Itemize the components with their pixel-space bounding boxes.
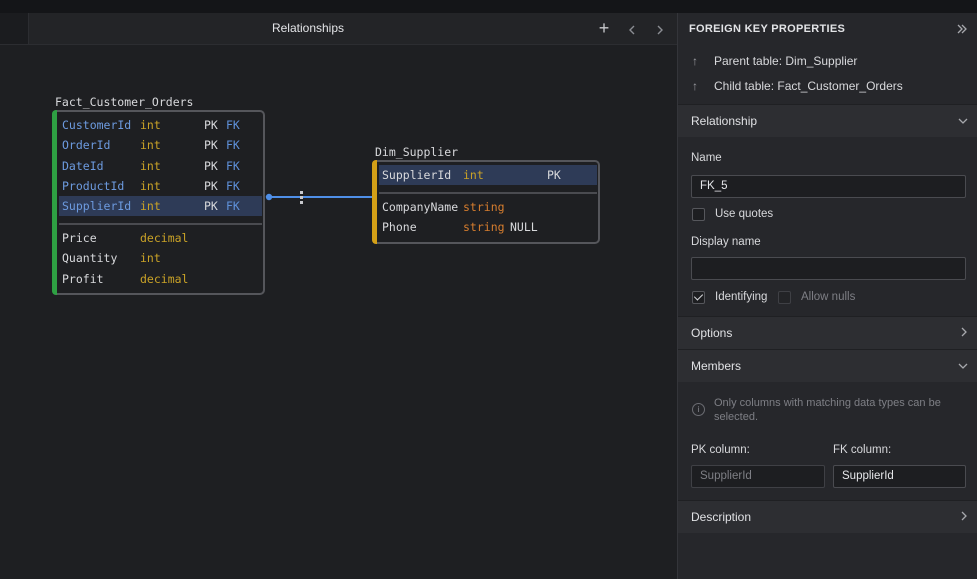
display-name-input[interactable] [691, 257, 966, 280]
section-description-label: Description [691, 510, 752, 524]
section-members[interactable]: Members [678, 349, 977, 382]
section-description[interactable]: Description [678, 500, 977, 533]
table-separator [59, 223, 262, 225]
use-quotes-label: Use quotes [715, 208, 774, 220]
column-type: int [140, 158, 161, 173]
key-column-row[interactable]: SupplierId int PK FK [59, 196, 262, 217]
display-name-label: Display name [691, 236, 761, 248]
column-type: string [463, 200, 505, 214]
column-type: int [140, 138, 161, 153]
primary-key-badge: PK [204, 199, 218, 214]
primary-key-badge: PK [204, 138, 218, 153]
column-name: ProductId [62, 178, 125, 193]
name-input[interactable]: FK_5 [691, 175, 966, 198]
dim-table-title: Dim_Supplier [375, 145, 459, 159]
key-column-row[interactable]: CustomerId int PK FK [59, 115, 262, 135]
dim-table[interactable]: SupplierId int PK CompanyName string Phone st… [372, 160, 600, 244]
allow-nulls-checkbox[interactable] [778, 291, 791, 304]
info-icon: i [692, 403, 705, 416]
column-row[interactable]: Price decimal [59, 228, 262, 248]
use-quotes-checkbox[interactable] [692, 208, 705, 221]
arrow-up-icon: ↑ [692, 54, 698, 68]
section-options[interactable]: Options [678, 316, 977, 349]
allow-nulls-label: Allow nulls [801, 291, 856, 303]
identifying-checkbox[interactable] [692, 291, 705, 304]
column-name: Profit [62, 271, 104, 286]
column-type: int [140, 199, 161, 214]
panel-title: FOREIGN KEY PROPERTIES [689, 23, 846, 35]
column-type: int [140, 251, 161, 266]
table-separator [379, 192, 597, 194]
primary-key-badge: PK [204, 178, 218, 193]
fact-table-title: Fact_Customer_Orders [55, 95, 194, 109]
column-name: SupplierId [62, 199, 132, 214]
column-name: Quantity [62, 251, 118, 266]
panel-header: FOREIGN KEY PROPERTIES [678, 13, 977, 45]
foreign-key-badge: FK [226, 178, 240, 193]
column-row[interactable]: CompanyName string [379, 197, 597, 217]
column-name: DateId [62, 158, 104, 173]
child-table-link[interactable]: ↑ Child table: Fact_Customer_Orders [678, 74, 977, 99]
key-column-row[interactable]: OrderId int PK FK [59, 135, 262, 155]
column-type: decimal [140, 271, 189, 286]
key-column-row[interactable]: ProductId int PK FK [59, 176, 262, 196]
foreign-key-badge: FK [226, 158, 240, 173]
diagram-canvas[interactable]: Relationships + Fact_Customer_Orders Cus… [0, 13, 677, 579]
double-chevron-right-icon[interactable] [956, 13, 968, 45]
column-type: int [140, 118, 161, 132]
primary-key-badge: PK [547, 168, 561, 182]
arrow-up-icon: ↑ [692, 79, 698, 93]
child-table-label: Child table: Fact_Customer_Orders [714, 79, 903, 93]
column-type: decimal [140, 231, 189, 245]
column-type: int [140, 178, 161, 193]
section-relationship-label: Relationship [691, 114, 758, 128]
chevron-down-icon [958, 105, 968, 137]
fk-column-label: FK column: [833, 444, 892, 456]
section-relationship[interactable]: Relationship [678, 104, 977, 137]
foreign-key-badge: FK [226, 118, 240, 132]
column-type: int [463, 168, 484, 182]
chevron-down-icon [958, 350, 968, 382]
key-column-row[interactable]: SupplierId int PK [379, 165, 597, 185]
name-label: Name [691, 152, 722, 164]
fact-table[interactable]: CustomerId int PK FK OrderId int PK FK DateId int… [52, 110, 265, 295]
pk-column-label: PK column: [691, 444, 750, 456]
foreign-key-badge: FK [226, 138, 240, 153]
section-members-label: Members [691, 359, 742, 373]
primary-key-badge: PK [204, 118, 218, 132]
window-top-strip [0, 0, 977, 13]
column-name: SupplierId [382, 168, 452, 182]
column-name: OrderId [62, 138, 111, 153]
key-column-row[interactable]: DateId int PK FK [59, 156, 262, 176]
foreign-key-badge: FK [226, 199, 240, 214]
column-row[interactable]: Phone string NULL [379, 217, 597, 237]
parent-table-label: Parent table: Dim_Supplier [714, 54, 858, 68]
pk-column-select[interactable]: SupplierId [691, 465, 825, 488]
members-note: Only columns with matching data types ca… [714, 397, 941, 423]
column-row[interactable]: Quantity int [59, 248, 262, 268]
foreign-key-properties-panel: FOREIGN KEY PROPERTIES ↑ Parent table: D… [677, 13, 977, 579]
identifying-label: Identifying [715, 291, 768, 303]
column-name: Phone [382, 220, 417, 235]
primary-key-badge: PK [204, 158, 218, 173]
column-row[interactable]: Profit decimal [59, 269, 262, 289]
dim-table-accent [372, 160, 377, 244]
fk-column-select[interactable]: SupplierId [833, 465, 966, 488]
chevron-right-icon [960, 317, 968, 349]
section-options-label: Options [691, 326, 733, 340]
column-name: CompanyName [382, 200, 459, 214]
fact-table-accent [52, 110, 57, 295]
column-name: CustomerId [62, 118, 132, 132]
chevron-right-icon [960, 501, 968, 533]
nullable-badge: NULL [510, 220, 538, 235]
parent-table-link[interactable]: ↑ Parent table: Dim_Supplier [678, 49, 977, 74]
column-name: Price [62, 231, 97, 245]
column-type: string [463, 220, 505, 235]
